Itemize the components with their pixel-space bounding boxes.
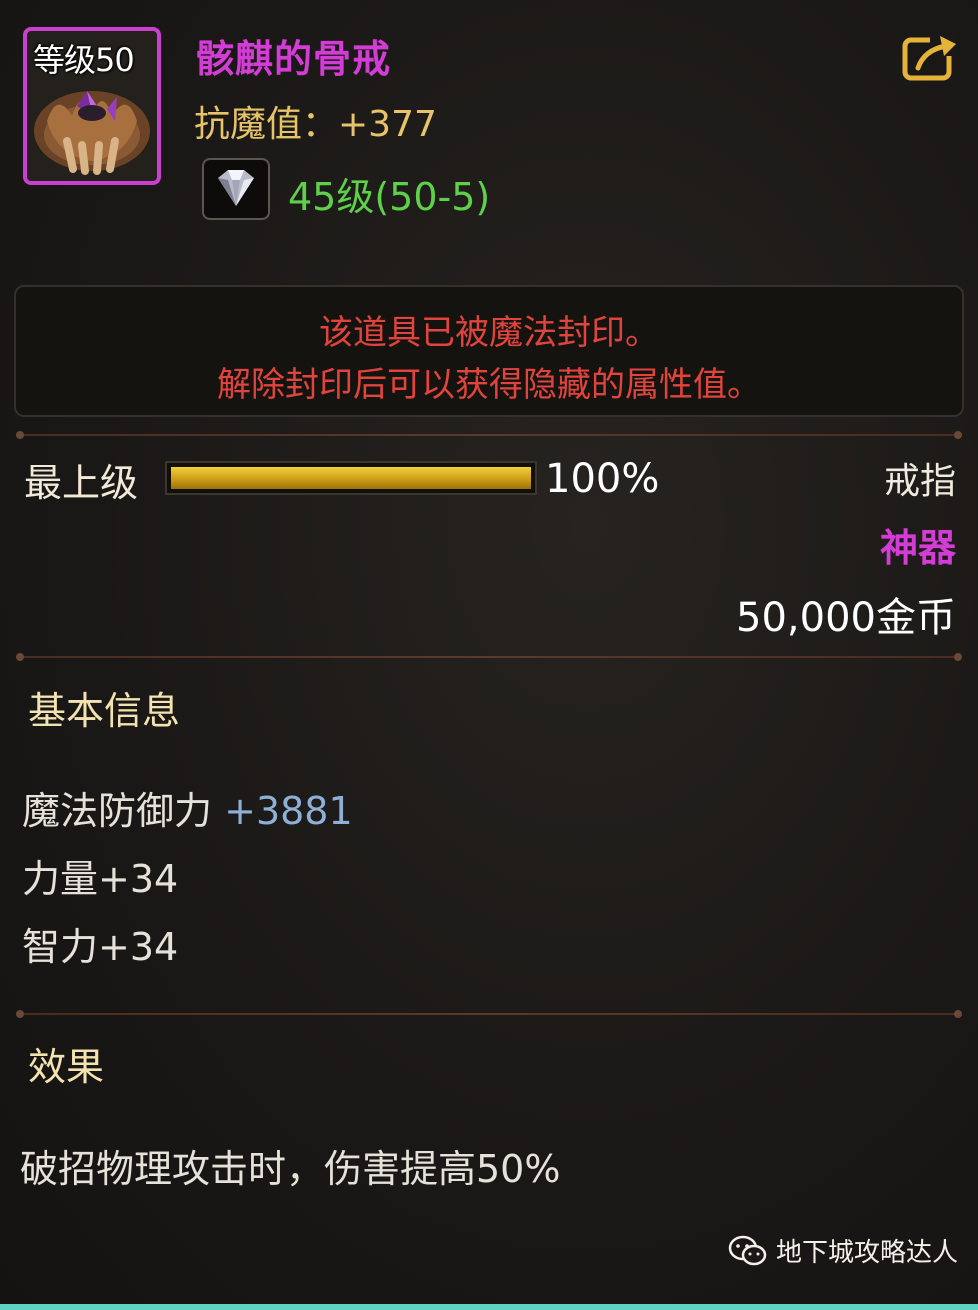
item-tooltip-panel: 等级50 骸麒的骨戒 抗魔值：+377 45级(50-5) 该道具已被魔法封印。…	[0, 0, 978, 1310]
divider	[16, 1010, 962, 1018]
attr-strength: 力量+34	[22, 857, 179, 901]
seal-line-1: 该道具已被魔法封印。	[319, 313, 659, 353]
grade-label: 最上级	[24, 461, 139, 505]
grade-percent: 100%	[545, 456, 660, 502]
basic-info-title: 基本信息	[28, 689, 181, 733]
share-icon[interactable]	[902, 32, 958, 82]
item-price: 50,000金币	[736, 595, 956, 641]
item-level-badge: 等级50	[33, 41, 135, 79]
gem-slot[interactable]	[202, 158, 270, 220]
grade-progress-fill	[171, 467, 531, 489]
item-type: 戒指	[883, 461, 956, 502]
attr-value: +3881	[224, 789, 353, 833]
seal-line-2: 解除封印后可以获得隐藏的属性值。	[217, 365, 761, 405]
seal-notice: 该道具已被魔法封印。 解除封印后可以获得隐藏的属性值。	[14, 285, 964, 417]
diamond-icon	[218, 170, 254, 206]
item-name: 骸麒的骨戒	[196, 37, 392, 81]
attr-intelligence: 智力+34	[22, 925, 179, 969]
attr-name: 魔法防御力	[22, 789, 213, 833]
divider	[16, 431, 962, 439]
item-rarity: 神器	[879, 526, 956, 570]
effect-title: 效果	[28, 1045, 105, 1089]
watermark: 地下城攻略达人	[728, 1232, 958, 1269]
grade-progress-bar	[165, 461, 537, 495]
wechat-icon	[728, 1235, 767, 1265]
item-main-stat: 抗魔值：+377	[194, 104, 437, 145]
effect-text: 破招物理攻击时，伤害提高50%	[20, 1147, 561, 1191]
gem-level: 45级(50-5)	[288, 175, 491, 219]
bottom-border	[0, 1304, 978, 1310]
item-icon[interactable]: 等级50	[23, 27, 161, 185]
attr-magic-defense: 魔法防御力 +3881	[22, 780, 353, 835]
divider	[16, 653, 962, 661]
watermark-text: 地下城攻略达人	[776, 1238, 959, 1268]
